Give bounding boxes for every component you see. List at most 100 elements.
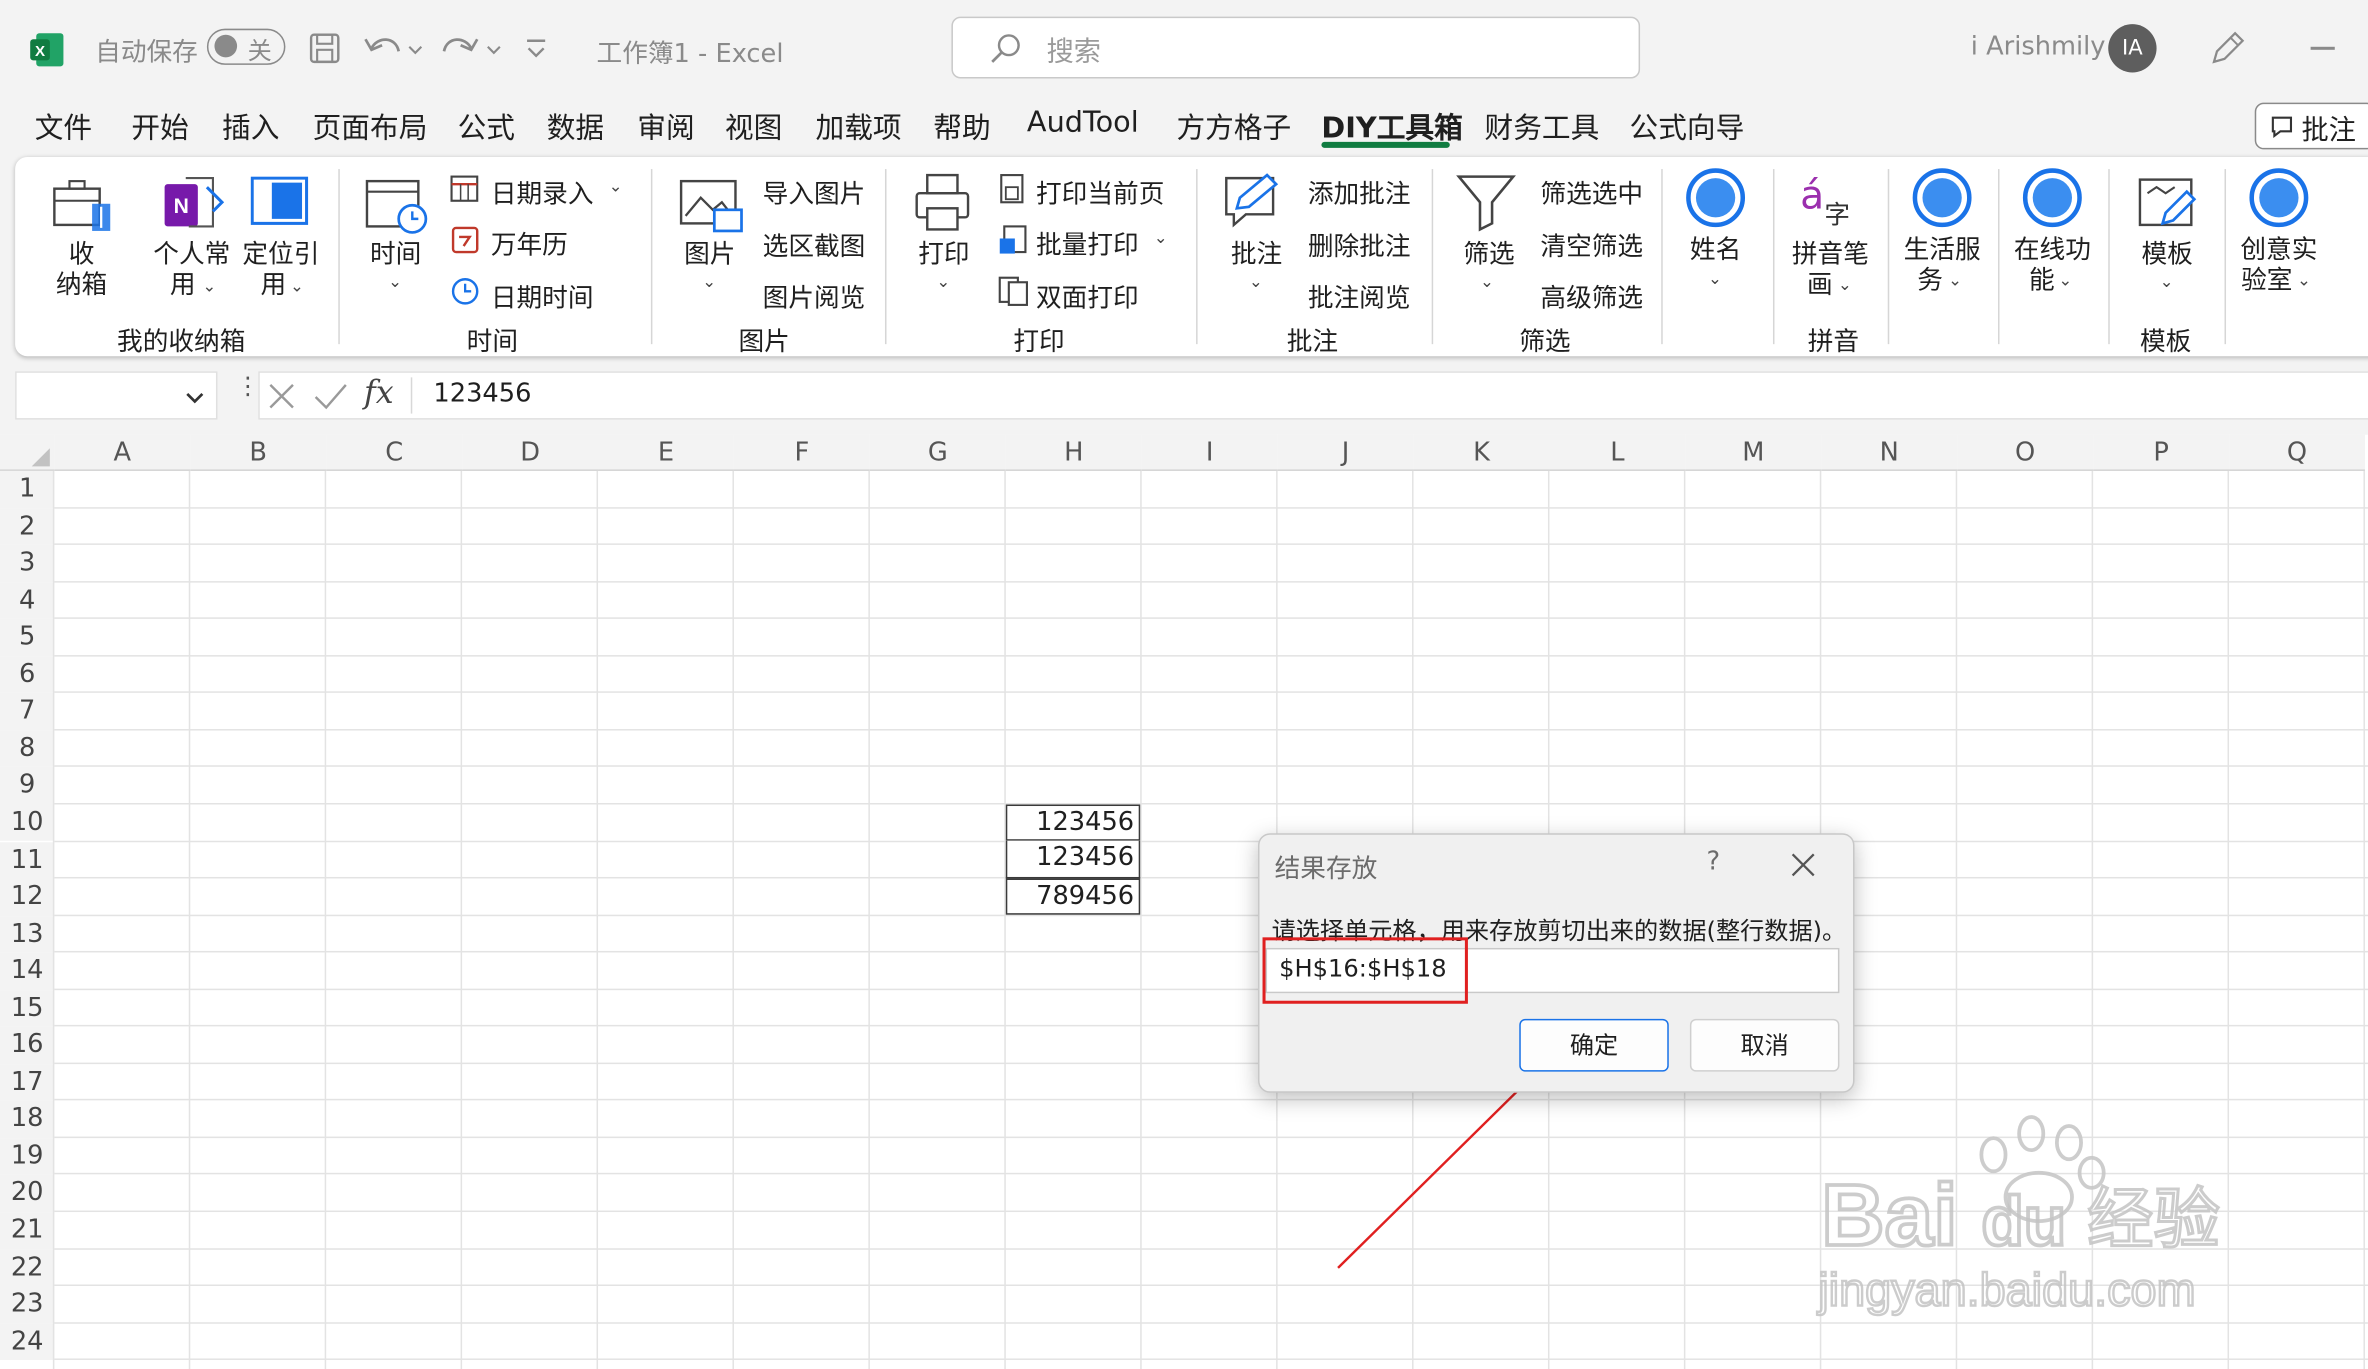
row-header[interactable]: 10 (0, 804, 55, 842)
row-header[interactable]: 15 (0, 989, 55, 1027)
comment-big-button[interactable] (1216, 169, 1298, 302)
picture-browse-label[interactable]: 图片阅览 (763, 276, 866, 314)
storage-box-button[interactable] (45, 175, 117, 302)
dialog-help-button[interactable]: ? (1707, 847, 1721, 877)
tab-page-layout[interactable]: 页面布局 (313, 106, 428, 148)
user-name[interactable]: i Arishmily (1971, 32, 2106, 62)
row-header[interactable]: 14 (0, 952, 55, 990)
column-header[interactable]: I (1141, 434, 1278, 471)
tab-finance-tools[interactable]: 财务工具 (1485, 106, 1600, 148)
creative-lab-button[interactable] (2235, 163, 2326, 302)
duplex-print-button[interactable] (995, 272, 1146, 311)
avatar[interactable]: IA (2108, 24, 2157, 73)
row-header[interactable]: 7 (0, 693, 55, 731)
row-header[interactable]: 22 (0, 1249, 55, 1287)
formula-input[interactable]: 123456 (433, 379, 531, 409)
tab-review[interactable]: 审阅 (637, 106, 694, 148)
personal-common-button[interactable] (151, 169, 234, 302)
column-header[interactable]: G (869, 434, 1006, 471)
column-header[interactable]: E (598, 434, 734, 471)
date-entry-button[interactable] (447, 169, 631, 208)
print-button[interactable] (903, 169, 985, 302)
add-comment-label[interactable]: 添加批注 (1308, 172, 1411, 210)
search-box[interactable]: 搜索 (951, 16, 1641, 79)
redo-icon[interactable] (441, 30, 507, 66)
cell-H10[interactable]: 123456 (1005, 804, 1141, 841)
tab-formula-wizard[interactable]: 公式向导 (1630, 106, 1745, 148)
advanced-filter-label[interactable]: 高级筛选 (1540, 276, 1643, 314)
screenshot-label[interactable]: 选区截图 (763, 225, 866, 262)
cell-H11[interactable]: 123456 (1005, 840, 1141, 879)
row-header[interactable]: 8 (0, 730, 55, 768)
locate-reference-button[interactable] (239, 169, 324, 302)
tab-view[interactable]: 视图 (725, 106, 782, 148)
online-functions-button[interactable] (2010, 163, 2098, 302)
row-header[interactable]: 5 (0, 619, 55, 657)
time-button[interactable] (356, 169, 435, 302)
row-header[interactable]: 4 (0, 582, 55, 620)
row-header[interactable]: 19 (0, 1137, 55, 1175)
row-header[interactable]: 17 (0, 1063, 55, 1101)
life-services-button[interactable] (1900, 163, 1988, 302)
clear-filter-label[interactable]: 清空筛选 (1540, 225, 1643, 262)
row-header[interactable]: 2 (0, 507, 55, 546)
tab-audtool[interactable]: AudTool (1027, 106, 1139, 148)
minimize-button[interactable] (2310, 46, 2335, 50)
pen-icon[interactable] (2208, 29, 2247, 68)
tab-help[interactable]: 帮助 (933, 106, 990, 148)
column-header[interactable]: M (1685, 434, 1822, 471)
column-header[interactable]: L (1549, 434, 1686, 471)
tab-addins[interactable]: 加载项 (816, 106, 902, 148)
date-time-button[interactable] (447, 272, 598, 311)
tab-home[interactable]: 开始 (131, 106, 188, 148)
column-header[interactable]: C (326, 434, 463, 471)
template-button[interactable] (2126, 163, 2208, 302)
row-header[interactable]: 13 (0, 915, 55, 953)
tab-formulas[interactable]: 公式 (458, 106, 515, 148)
row-header[interactable]: 24 (0, 1323, 55, 1361)
column-header[interactable]: K (1413, 434, 1550, 471)
name-box[interactable] (15, 371, 218, 420)
tab-file[interactable]: 文件 (35, 106, 92, 148)
perpetual-calendar-button[interactable] (447, 220, 583, 259)
column-header[interactable]: H (1005, 434, 1142, 471)
cancel-entry-icon[interactable] (266, 380, 299, 413)
picture-button[interactable] (671, 169, 750, 302)
column-header[interactable]: Q (2229, 434, 2365, 471)
row-header[interactable]: 3 (0, 545, 55, 583)
row-header[interactable]: 12 (0, 878, 55, 916)
save-icon[interactable] (307, 30, 343, 66)
undo-icon[interactable] (362, 30, 428, 66)
tab-insert[interactable]: 插入 (222, 106, 279, 148)
filter-button[interactable] (1450, 169, 1529, 302)
tab-ffgz[interactable]: 方方格子 (1176, 106, 1291, 148)
import-picture-label[interactable]: 导入图片 (763, 172, 866, 210)
print-current-page-button[interactable] (995, 169, 1164, 208)
row-header[interactable]: 1 (0, 470, 55, 508)
row-header[interactable]: 11 (0, 841, 55, 879)
tab-data[interactable]: 数据 (547, 106, 604, 148)
column-header[interactable]: P (2093, 434, 2230, 471)
confirm-entry-icon[interactable] (313, 380, 349, 413)
insert-function-icon[interactable]: fx (364, 374, 394, 410)
browse-comment-label[interactable]: 批注阅览 (1308, 276, 1411, 314)
column-header[interactable]: B (190, 434, 327, 471)
delete-comment-label[interactable]: 删除批注 (1308, 225, 1411, 262)
column-header[interactable]: O (1957, 434, 2094, 471)
cancel-button[interactable]: 取消 (1689, 1018, 1840, 1072)
row-header[interactable]: 21 (0, 1212, 55, 1250)
row-header[interactable]: 23 (0, 1286, 55, 1324)
ok-button[interactable]: 确定 (1519, 1018, 1669, 1072)
column-header[interactable]: A (54, 434, 191, 471)
row-header[interactable]: 9 (0, 767, 55, 805)
comments-button[interactable]: 批注 (2254, 102, 2368, 150)
column-header[interactable]: D (462, 434, 599, 471)
select-all-corner[interactable] (0, 434, 55, 471)
pinyin-stroke-button[interactable] (1788, 163, 1876, 302)
row-header[interactable]: 20 (0, 1174, 55, 1213)
row-header[interactable]: 16 (0, 1026, 55, 1064)
column-header[interactable]: N (1821, 434, 1958, 471)
more-options-icon[interactable]: ⋮ (236, 374, 260, 398)
autosave-toggle[interactable]: 关 (206, 28, 286, 65)
filter-selected-label[interactable]: 筛选选中 (1540, 172, 1643, 210)
